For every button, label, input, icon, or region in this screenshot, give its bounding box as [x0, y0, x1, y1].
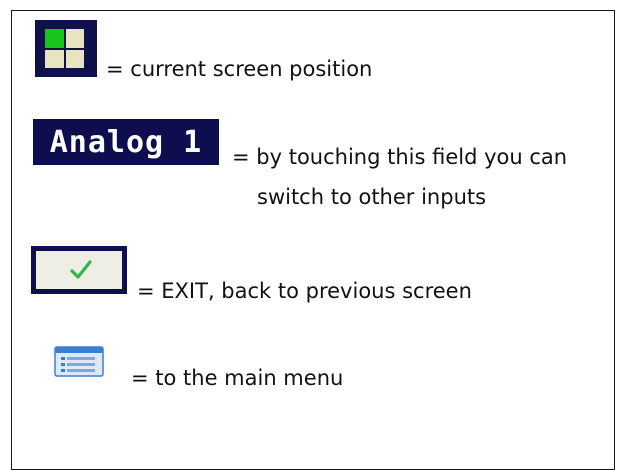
analog-input-label: Analog 1	[49, 124, 203, 160]
check-icon	[70, 260, 92, 279]
screen-position-grid-icon	[35, 20, 97, 77]
grid-cell	[65, 49, 84, 68]
grid-cell	[45, 49, 64, 68]
main-menu-icon[interactable]	[54, 346, 104, 377]
position-description: = current screen position	[106, 57, 373, 81]
analog-input-field[interactable]: Analog 1	[33, 119, 219, 165]
menu-description: = to the main menu	[131, 366, 344, 390]
input-description-line2: switch to other inputs	[257, 185, 487, 209]
input-description-line1: = by touching this field you can	[232, 145, 568, 169]
exit-description: = EXIT, back to previous screen	[137, 279, 472, 303]
grid-cell-active	[45, 29, 64, 48]
grid-cell	[65, 29, 84, 48]
exit-button[interactable]	[31, 246, 127, 294]
